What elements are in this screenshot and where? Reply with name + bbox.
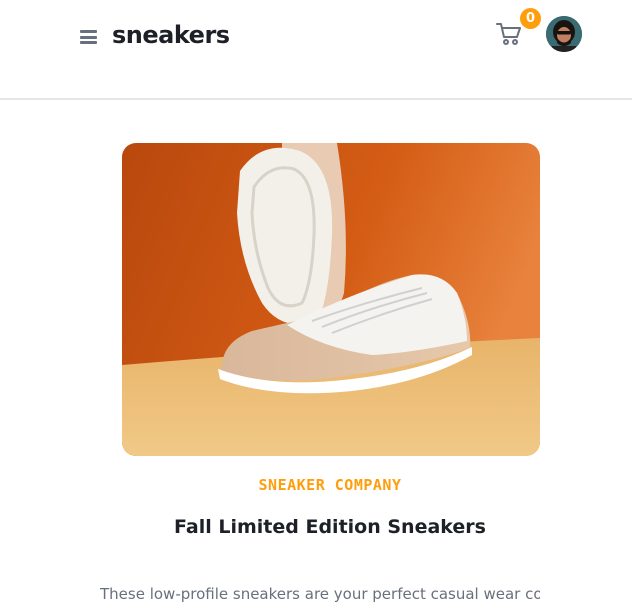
cart-count-badge: 0 xyxy=(520,8,541,29)
menu-icon-bar xyxy=(80,30,97,33)
avatar[interactable] xyxy=(546,16,582,52)
logo[interactable]: sneakers xyxy=(112,21,230,49)
product-title: Fall Limited Edition Sneakers xyxy=(174,516,486,538)
product-description: These low-profile sneakers are your perf… xyxy=(100,585,540,603)
site-header: sneakers 0 xyxy=(0,0,632,100)
cart-icon[interactable] xyxy=(496,22,522,46)
company-name: SNEAKER COMPANY xyxy=(258,476,402,494)
menu-icon-bar xyxy=(80,35,97,39)
product-image[interactable] xyxy=(122,143,540,456)
menu-icon-bar xyxy=(80,41,97,44)
menu-icon[interactable] xyxy=(80,28,98,46)
